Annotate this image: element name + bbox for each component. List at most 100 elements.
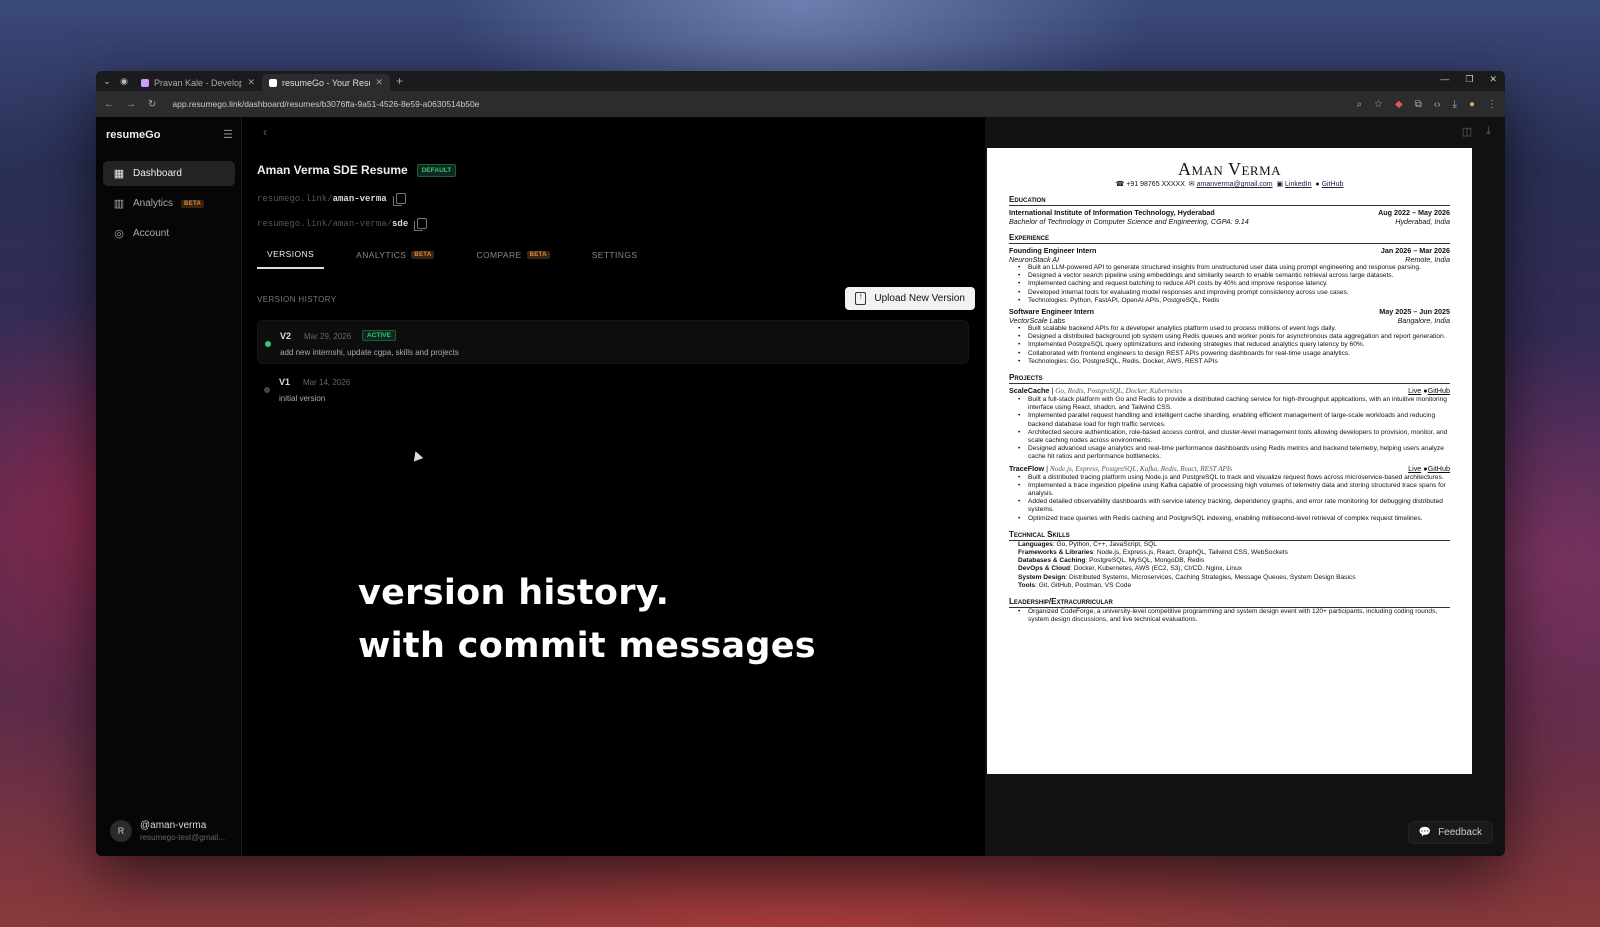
restore-icon[interactable]: ❐ (1465, 74, 1473, 85)
app: resumeGo ☰ ▦ Dashboard ▥ Analytics BETA … (96, 117, 1505, 856)
preview-toolbar: ◫ ⤓ (1462, 125, 1491, 138)
resume-tabs: VERSIONS ANALYTICS BETA COMPARE BETA SETTI… (257, 245, 647, 269)
skill-value: Distributed Systems, Microservices, Cach… (1068, 573, 1356, 581)
close-tab-icon[interactable]: ✕ (375, 77, 383, 88)
github-link[interactable]: GitHub (1428, 386, 1450, 395)
version-history-label: VERSION HISTORY (257, 295, 337, 304)
live-link[interactable]: Live (1408, 386, 1421, 395)
extensions-puzzle-icon[interactable]: ⧉ (1415, 99, 1422, 110)
split-view-icon[interactable]: ◫ (1462, 125, 1472, 138)
bullet: Implemented a trace ingestion pipeline u… (1018, 482, 1450, 498)
sidebar-item-label: Analytics (133, 198, 174, 209)
record-icon[interactable]: ◉ (117, 74, 131, 88)
share-link-secondary: resumego.link/aman-verma/sde (257, 218, 428, 231)
bullet: Technologies: Python, FastAPI, OpenAI AP… (1018, 297, 1450, 305)
degree: Bachelor of Technology in Computer Scien… (1009, 217, 1249, 226)
avatar: R (110, 820, 132, 842)
copy-icon[interactable] (392, 193, 406, 206)
skill-value: Docker, Kubernetes, AWS (EC2, S3), CI/CD… (1073, 565, 1243, 573)
devtools-icon[interactable]: ‹› (1434, 99, 1441, 110)
sidebar-item-label: Dashboard (133, 168, 182, 179)
phone: +91 98765 XXXXX (1126, 181, 1185, 188)
sidebar-item-dashboard[interactable]: ▦ Dashboard (103, 161, 235, 186)
version-name: V2 (280, 331, 292, 341)
user-circle-icon: ◎ (114, 228, 124, 240)
tab-label: ANALYTICS (356, 250, 407, 260)
sidebar-item-analytics[interactable]: ▥ Analytics BETA (103, 191, 235, 216)
tab-compare[interactable]: COMPARE BETA (466, 245, 559, 269)
live-link[interactable]: Live (1408, 464, 1421, 473)
project-tech: Node.js, Express, PostgreSQL, Kafka, Red… (1050, 464, 1233, 473)
github-link[interactable]: GitHub (1428, 464, 1450, 473)
tab-search-icon[interactable]: ⌄ (100, 74, 114, 88)
tab-label: COMPARE (476, 250, 522, 260)
tab-title: Pravan Kale - Developer (154, 77, 243, 88)
version-item[interactable]: V2 Mar 29, 2026 ACTIVE add new internshi… (257, 320, 969, 364)
close-window-icon[interactable]: ✕ (1489, 74, 1497, 85)
reload-icon[interactable]: ↻ (148, 99, 156, 110)
tab-versions[interactable]: VERSIONS (257, 245, 325, 269)
video-caption: version history. with commit messages (358, 567, 816, 673)
download-icon[interactable]: ⤓ (1453, 99, 1457, 110)
dates: Aug 2022 – May 2026 (1378, 208, 1450, 217)
zoom-icon[interactable]: ⌕ (1356, 99, 1362, 110)
inactive-dot-icon (264, 387, 270, 393)
close-tab-icon[interactable]: ✕ (247, 77, 255, 88)
skill-key: Tools (1018, 581, 1036, 589)
bullet: Technologies: Go, PostgreSQL, Redis, Doc… (1018, 358, 1450, 366)
profile-icon[interactable]: ● (1469, 99, 1475, 110)
bullet: Implemented parallel request handling an… (1018, 412, 1450, 428)
github-link[interactable]: GitHub (1322, 181, 1344, 188)
sidebar-item-account[interactable]: ◎ Account (103, 221, 235, 246)
brand-logo[interactable]: resumeGo (106, 129, 160, 141)
feedback-button[interactable]: 💬 Feedback (1407, 821, 1493, 844)
active-badge: ACTIVE (362, 330, 396, 341)
bullet-list: Built scalable backend APIs for a develo… (1009, 325, 1450, 366)
skill-value: PostgreSQL, MySQL, MongoDB, Redis (1089, 557, 1205, 565)
location: Hyderabad, India (1395, 217, 1450, 226)
skill-key: System Design (1018, 573, 1066, 581)
resume-header: Aman Verma SDE Resume DEFAULT (257, 163, 457, 177)
sidebar-nav: ▦ Dashboard ▥ Analytics BETA ◎ Account (103, 161, 235, 251)
tab-analytics[interactable]: ANALYTICS BETA (346, 245, 444, 269)
linkedin-link[interactable]: LinkedIn (1285, 181, 1311, 188)
bookmark-star-icon[interactable]: ☆ (1374, 99, 1383, 110)
feedback-label: Feedback (1438, 827, 1482, 838)
user-email: resumego-test@gmail... (140, 833, 226, 842)
browser-tab[interactable]: Pravan Kale - Developer ✕ (134, 74, 262, 91)
beta-badge: BETA (526, 251, 550, 259)
user-profile[interactable]: R @aman-verma resumego-test@gmail... (110, 820, 225, 842)
bullet: Built a full-stack platform with Go and … (1018, 396, 1450, 412)
sidebar: resumeGo ☰ ▦ Dashboard ▥ Analytics BETA … (96, 117, 242, 856)
menu-kebab-icon[interactable]: ⋮ (1487, 99, 1497, 110)
upload-new-version-button[interactable]: Upload New Version (845, 287, 975, 310)
extension-icon[interactable]: ◆ (1395, 99, 1403, 110)
company: NeuronStack AI (1009, 255, 1060, 264)
url-input[interactable]: app.resumego.link/dashboard/resumes/b307… (172, 99, 1344, 109)
bullet: Built scalable backend APIs for a develo… (1018, 325, 1450, 333)
bullet: Organized CodeForge, a university-level … (1018, 608, 1450, 624)
bullet-list: Built a full-stack platform with Go and … (1009, 396, 1450, 462)
email-link[interactable]: amanverma@gmail.com (1197, 181, 1273, 188)
back-chevron-icon[interactable]: ‹ (263, 125, 267, 139)
forward-icon[interactable]: → (126, 99, 136, 110)
github-icon: ● (1315, 181, 1320, 188)
copy-icon[interactable] (414, 218, 428, 231)
bullet: Implemented PostgreSQL query optimizatio… (1018, 341, 1450, 349)
new-tab-icon[interactable]: + (396, 74, 403, 88)
back-icon[interactable]: ← (104, 99, 114, 110)
tab-settings[interactable]: SETTINGS (582, 245, 648, 269)
version-item[interactable]: V1 Mar 14, 2026 initial version (257, 367, 969, 411)
link-slug: aman-verma (332, 193, 387, 204)
browser-tab-active[interactable]: resumeGo - Your Resume ✕ (262, 74, 390, 91)
download-pdf-icon[interactable]: ⤓ (1486, 125, 1491, 138)
minimize-icon[interactable]: — (1440, 74, 1449, 85)
collapse-sidebar-icon[interactable]: ☰ (223, 128, 233, 141)
resume-name: Aman Verma (1177, 159, 1282, 179)
resume-preview-panel: ◫ ⤓ Aman Verma ☎ +91 98765 XXXXX ✉ amanv… (985, 117, 1505, 856)
share-link-primary: resumego.link/aman-verma (257, 193, 406, 206)
chat-bubble-icon: 💬 (1418, 827, 1432, 838)
tab-favicon-icon (141, 78, 149, 87)
link-prefix: resumego.link/aman-verma/ (257, 218, 393, 229)
section-heading: Leadership/Extracurricular (1009, 597, 1450, 609)
